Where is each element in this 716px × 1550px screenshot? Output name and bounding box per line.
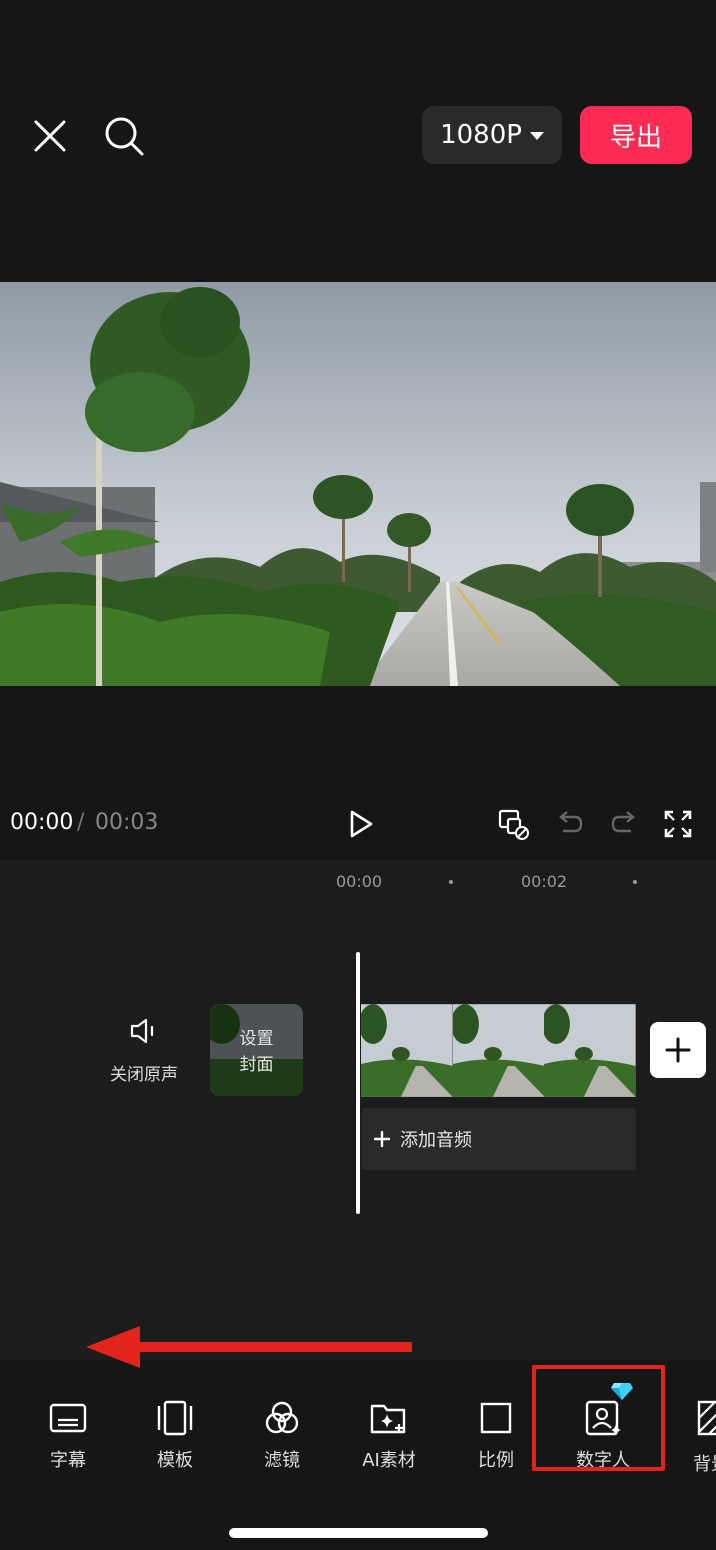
export-label: 导出 bbox=[609, 122, 662, 153]
total-time: 00:03 bbox=[95, 810, 159, 835]
ruler-label: 00:00 bbox=[336, 872, 383, 891]
ai-material-icon bbox=[370, 1404, 406, 1434]
resolution-label: 1080P bbox=[440, 120, 522, 150]
search-button[interactable] bbox=[100, 112, 148, 160]
tool-label: AI素材 bbox=[362, 1450, 416, 1471]
tool-ai-material[interactable]: AI素材 bbox=[344, 1398, 434, 1472]
playhead[interactable] bbox=[356, 952, 360, 1214]
add-clip-button[interactable] bbox=[650, 1022, 706, 1078]
tool-label: 背景 bbox=[693, 1454, 716, 1475]
chevron-down-icon bbox=[529, 132, 544, 140]
background-icon bbox=[697, 1400, 716, 1436]
highlight-box-annotation bbox=[532, 1365, 665, 1471]
home-indicator[interactable] bbox=[229, 1528, 488, 1538]
ratio-icon bbox=[480, 1402, 512, 1434]
clip-frame bbox=[361, 1004, 453, 1097]
keyframe-icon bbox=[498, 809, 529, 840]
close-button[interactable] bbox=[28, 114, 72, 158]
tool-ratio[interactable]: 比例 bbox=[451, 1398, 541, 1472]
video-preview[interactable] bbox=[0, 282, 716, 686]
play-icon bbox=[350, 810, 373, 838]
close-icon bbox=[34, 120, 66, 152]
subtitle-icon bbox=[49, 1403, 87, 1433]
search-icon bbox=[105, 117, 144, 156]
ruler-label: 00:02 bbox=[521, 872, 568, 891]
current-time: 00:00 bbox=[10, 810, 74, 835]
set-cover-button[interactable]: 设置 封面 bbox=[210, 1004, 303, 1096]
cover-label-line1: 设置 bbox=[239, 1029, 274, 1049]
tool-template[interactable]: 模板 bbox=[130, 1398, 220, 1472]
video-clip[interactable] bbox=[361, 1004, 636, 1097]
clip-frame bbox=[544, 1004, 636, 1097]
undo-button[interactable] bbox=[550, 804, 590, 844]
time-separator: / bbox=[77, 810, 85, 835]
redo-button[interactable] bbox=[604, 804, 644, 844]
tool-filter[interactable]: 滤镜 bbox=[237, 1398, 327, 1472]
left-arrow-annotation bbox=[86, 1326, 412, 1368]
plus-icon bbox=[665, 1037, 691, 1063]
mute-label: 关闭原声 bbox=[110, 1065, 178, 1085]
clip-frame bbox=[452, 1004, 545, 1097]
preview-image bbox=[0, 282, 716, 686]
add-audio-label: 添加音频 bbox=[400, 1130, 472, 1151]
keyframe-button[interactable] bbox=[494, 804, 534, 844]
tool-label: 滤镜 bbox=[264, 1450, 300, 1471]
redo-icon bbox=[611, 811, 635, 833]
speaker-icon bbox=[130, 1018, 154, 1044]
tool-label: 比例 bbox=[478, 1450, 514, 1471]
template-icon bbox=[157, 1400, 193, 1436]
ruler-dot bbox=[449, 880, 453, 884]
export-button[interactable]: 导出 bbox=[580, 106, 692, 164]
undo-icon bbox=[559, 811, 583, 833]
filter-icon bbox=[265, 1401, 299, 1434]
fullscreen-button[interactable] bbox=[658, 804, 698, 844]
resolution-dropdown[interactable]: 1080P bbox=[422, 106, 562, 164]
plus-icon bbox=[374, 1131, 390, 1147]
tool-subtitle[interactable]: 字幕 bbox=[23, 1398, 113, 1472]
tool-label: 字幕 bbox=[50, 1450, 86, 1471]
play-button[interactable] bbox=[340, 804, 380, 844]
tool-background[interactable]: 背景 bbox=[665, 1398, 716, 1476]
fullscreen-icon bbox=[664, 810, 692, 838]
add-audio-button[interactable]: 添加音频 bbox=[362, 1108, 636, 1170]
tool-label: 模板 bbox=[157, 1450, 193, 1471]
cover-label-line2: 封面 bbox=[239, 1055, 274, 1075]
ruler-dot bbox=[633, 880, 637, 884]
